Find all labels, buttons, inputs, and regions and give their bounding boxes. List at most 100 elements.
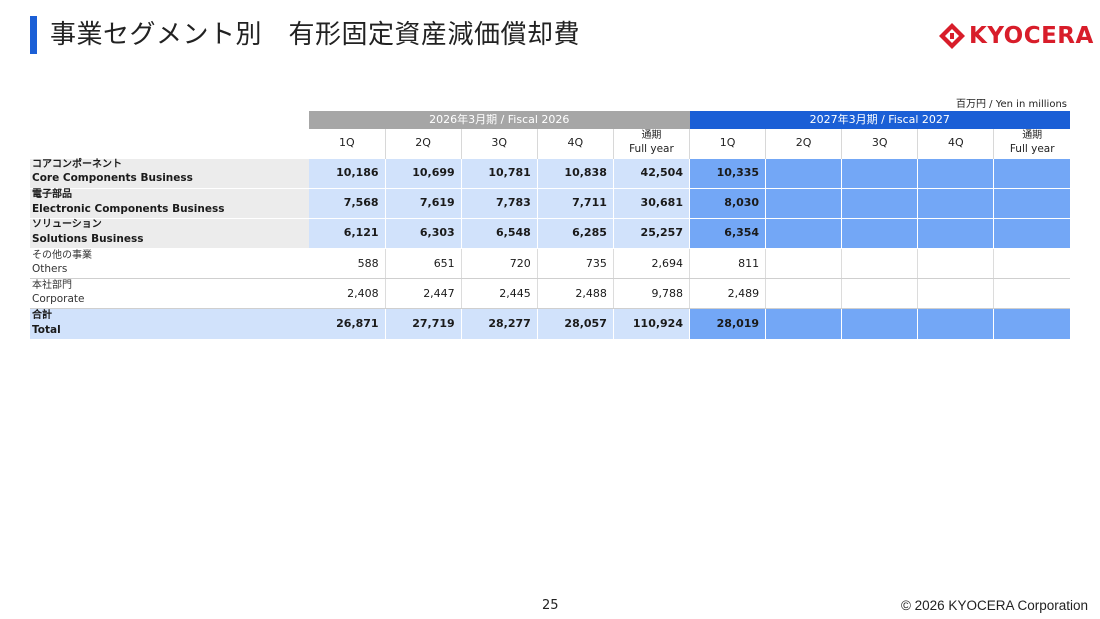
table-cell: 588	[309, 248, 386, 280]
table-cell: 28,019	[689, 308, 767, 340]
table-cell	[841, 157, 919, 189]
table-cell: 651	[385, 248, 462, 280]
column-header-quarter: 1Q	[689, 129, 767, 158]
table-cell: 25,257	[613, 217, 691, 249]
column-header-quarter: 2Q	[765, 129, 843, 158]
table-cell: 2,694	[613, 248, 691, 280]
column-header-quarter: 3Q	[461, 129, 538, 158]
header-blank	[30, 111, 309, 129]
column-header-full-year: 通期 Full year	[613, 129, 691, 158]
table-cell	[993, 308, 1070, 340]
row-label-jp: 合計	[32, 310, 52, 322]
table-cell: 8,030	[689, 187, 767, 219]
table-cell	[917, 278, 995, 310]
table-cell: 720	[461, 248, 538, 280]
table-cell: 42,504	[613, 157, 691, 189]
table-cell: 7,783	[461, 187, 538, 219]
table-row: 合計 Total 26,871 27,719 28,277 28,057 110,924 28…	[30, 308, 1070, 340]
full-year-en-label: Full year	[629, 143, 674, 156]
table-cell: 30,681	[613, 187, 691, 219]
table-cell	[993, 187, 1070, 219]
table-cell	[765, 217, 843, 249]
column-header-quarter: 4Q	[917, 129, 995, 158]
table-cell: 2,445	[461, 278, 538, 310]
full-year-jp-label: 通期	[641, 129, 662, 141]
table-cell: 10,781	[461, 157, 538, 189]
unit-note: 百万円 / Yen in millions	[956, 99, 1067, 110]
row-label-jp: 電子部品	[32, 189, 72, 201]
row-label-en: Core Components Business	[32, 172, 193, 185]
table-cell: 7,711	[537, 187, 614, 219]
table-cell: 2,489	[689, 278, 767, 310]
table-cell: 6,285	[537, 217, 614, 249]
table-cell: 2,408	[309, 278, 386, 310]
table-cell: 110,924	[613, 308, 691, 340]
fiscal-2026-header: 2026年3月期 / Fiscal 2026	[309, 111, 690, 129]
table-cell	[917, 187, 995, 219]
column-header-quarter: 3Q	[841, 129, 919, 158]
table-cell: 2,488	[537, 278, 614, 310]
table-cell: 9,788	[613, 278, 691, 310]
table-cell: 10,335	[689, 157, 767, 189]
table-cell	[993, 248, 1070, 280]
table-cell: 10,699	[385, 157, 462, 189]
row-label-en: Electronic Components Business	[32, 202, 225, 215]
logo-wordmark: KYOCERA	[969, 22, 1094, 49]
table-cell: 6,354	[689, 217, 767, 249]
table-row: コアコンポーネント Core Components Business 10,186 1…	[30, 157, 1070, 189]
table-cell	[841, 217, 919, 249]
full-year-jp-label: 通期	[1022, 129, 1043, 141]
table-row: 電子部品 Electronic Components Business 7,568 7…	[30, 187, 1070, 219]
column-header-quarter: 1Q	[309, 129, 386, 158]
table-cell: 28,277	[461, 308, 538, 340]
column-header-quarter: 2Q	[385, 129, 462, 158]
column-header-full-year: 通期 Full year	[993, 129, 1070, 158]
table-cell	[765, 308, 843, 340]
column-header-quarter: 4Q	[537, 129, 614, 158]
row-label: 電子部品 Electronic Components Business	[30, 187, 309, 219]
row-label: コアコンポーネント Core Components Business	[30, 157, 309, 189]
table-cell	[917, 157, 995, 189]
table-cell	[765, 248, 843, 280]
table-cell	[841, 187, 919, 219]
row-label-en: Total	[32, 323, 61, 336]
table-cell: 26,871	[309, 308, 386, 340]
table-cell: 6,303	[385, 217, 462, 249]
table-cell: 10,838	[537, 157, 614, 189]
row-label-en: Solutions Business	[32, 232, 144, 245]
table-cell	[765, 187, 843, 219]
table-row: 本社部門 Corporate 2,408 2,447 2,445 2,488 9,788 2,…	[30, 278, 1070, 310]
table-cell: 6,121	[309, 217, 386, 249]
page-number: 25	[542, 598, 559, 613]
row-label-en: Corporate	[32, 293, 85, 306]
table-row: ソリューション Solutions Business 6,121 6,303 6,548…	[30, 217, 1070, 249]
table-cell: 6,548	[461, 217, 538, 249]
row-label: 本社部門 Corporate	[30, 278, 309, 310]
table-cell	[841, 308, 919, 340]
table-cell: 28,057	[537, 308, 614, 340]
copyright: © 2026 KYOCERA Corporation	[900, 598, 1088, 613]
table-cell: 2,447	[385, 278, 462, 310]
row-label-jp: コアコンポーネント	[32, 158, 122, 170]
page-title: 事業セグメント別 有形固定資産減価償却費	[50, 20, 581, 50]
row-label-jp: ソリューション	[32, 219, 102, 231]
table-cell: 7,619	[385, 187, 462, 219]
table-cell	[917, 217, 995, 249]
table-cell	[993, 217, 1070, 249]
table-row: その他の事業 Others 588 651 720 735 2,694 811	[30, 248, 1070, 280]
segment-depreciation-table: 2026年3月期 / Fiscal 2026 2027年3月期 / Fiscal…	[30, 111, 1070, 340]
table-cell: 811	[689, 248, 767, 280]
kyocera-logo: KYOCERA	[939, 22, 1094, 50]
table-cell	[765, 157, 843, 189]
table-cell	[917, 308, 995, 340]
row-label-jp: 本社部門	[32, 279, 72, 291]
row-label: 合計 Total	[30, 308, 309, 340]
row-label-en: Others	[32, 263, 68, 276]
row-label-jp: その他の事業	[32, 249, 92, 261]
row-label: その他の事業 Others	[30, 248, 309, 280]
title-accent-bar	[30, 16, 37, 54]
full-year-en-label: Full year	[1009, 143, 1055, 156]
table-cell: 10,186	[309, 157, 386, 189]
table-cell	[993, 278, 1070, 310]
table-cell	[841, 278, 919, 310]
